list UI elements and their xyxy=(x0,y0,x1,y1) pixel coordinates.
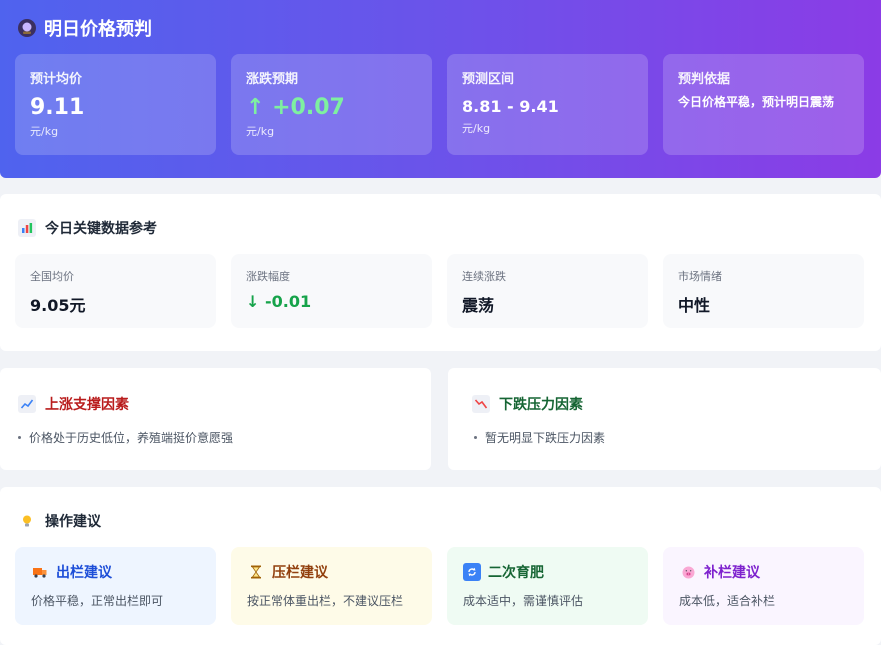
forecast-basis-label: 预判依据 xyxy=(678,72,731,87)
upward-factors-title: 上涨支撑因素 xyxy=(18,394,129,414)
bar-chart-icon xyxy=(18,219,36,237)
cycle-arrows-icon xyxy=(463,563,481,581)
forecast-range-value: 8.81 - 9.41 xyxy=(462,97,559,116)
refatten-advice-head: 二次育肥 xyxy=(463,562,632,582)
upward-factors-title-text: 上涨支撑因素 xyxy=(45,397,129,413)
forecast-range-label: 预测区间 xyxy=(462,72,515,87)
change-amount-card: 涨跌幅度 ↓ -0.01 xyxy=(231,254,432,328)
restock-advice-title: 补栏建议 xyxy=(704,565,760,581)
hold-advice-head: 压栏建议 xyxy=(247,562,416,582)
refatten-advice-title: 二次育肥 xyxy=(488,565,544,581)
advice-title: 操作建议 xyxy=(18,511,101,531)
chart-increasing-icon xyxy=(18,395,36,413)
hold-advice-title: 压栏建议 xyxy=(272,565,328,581)
forecast-basis-card: 预判依据 今日价格平稳，预计明日震荡 xyxy=(663,54,864,155)
refatten-advice-desc: 成本适中，需谨慎评估 xyxy=(463,594,584,608)
truck-icon xyxy=(31,563,49,581)
bullet xyxy=(18,436,21,439)
key-data-title-text: 今日关键数据参考 xyxy=(45,221,157,237)
market-sentiment-card: 市场情绪 中性 xyxy=(663,254,864,328)
expected-change-value: ↑ +0.07 xyxy=(246,95,345,120)
sell-advice-card: 出栏建议 价格平稳，正常出栏即可 xyxy=(15,547,216,625)
consecutive-trend-label: 连续涨跌 xyxy=(462,270,506,283)
refatten-advice-card: 二次育肥 成本适中，需谨慎评估 xyxy=(447,547,648,625)
consecutive-trend-value: 震荡 xyxy=(462,296,495,315)
forecast-range-unit: 元/kg xyxy=(462,122,491,135)
predicted-average-label: 预计均价 xyxy=(30,72,83,87)
list-item: 暂无明显下跌压力因素 xyxy=(474,429,605,446)
forecast-basis-note: 今日价格平稳，预计明日震荡 xyxy=(678,95,835,109)
expected-change-card: 涨跌预期 ↑ +0.07 元/kg xyxy=(231,54,432,155)
upward-factor-text: 价格处于历史低位，养殖端挺价意愿强 xyxy=(29,431,234,445)
forecast-range-card: 预测区间 8.81 - 9.41 元/kg xyxy=(447,54,648,155)
national-average-card: 全国均价 9.05元 xyxy=(15,254,216,328)
sell-advice-title: 出栏建议 xyxy=(56,565,112,581)
key-data-title: 今日关键数据参考 xyxy=(18,218,157,238)
downward-factors-title-text: 下跌压力因素 xyxy=(499,397,583,413)
downward-factors-panel xyxy=(448,368,881,470)
predicted-average-value: 9.11 xyxy=(30,95,85,120)
hold-advice-desc: 按正常体重出栏，不建议压栏 xyxy=(247,594,404,608)
sell-advice-head: 出栏建议 xyxy=(31,562,200,582)
hold-advice-card: 压栏建议 按正常体重出栏，不建议压栏 xyxy=(231,547,432,625)
market-sentiment-label: 市场情绪 xyxy=(678,270,722,283)
predicted-average-card: 预计均价 9.11 元/kg xyxy=(15,54,216,155)
restock-advice-desc: 成本低，适合补栏 xyxy=(679,594,776,608)
sell-advice-desc: 价格平稳，正常出栏即可 xyxy=(31,594,164,608)
pig-face-icon xyxy=(679,563,697,581)
restock-advice-head: 补栏建议 xyxy=(679,562,848,582)
bullet xyxy=(474,436,477,439)
list-item: 价格处于历史低位，养殖端挺价意愿强 xyxy=(18,429,233,446)
forecast-title-text: 明日价格预判 xyxy=(44,19,152,40)
forecast-header: 明日价格预判 预计均价 9.11 元/kg 涨跌预期 ↑ +0.07 元/kg … xyxy=(0,0,881,178)
change-amount-label: 涨跌幅度 xyxy=(246,270,290,283)
change-amount-value: ↓ -0.01 xyxy=(246,292,312,311)
advice-title-text: 操作建议 xyxy=(45,514,101,530)
market-sentiment-value: 中性 xyxy=(678,296,711,315)
chart-decreasing-icon xyxy=(472,395,490,413)
predicted-average-unit: 元/kg xyxy=(30,125,59,138)
national-average-value: 9.05元 xyxy=(30,296,86,315)
upward-factors-panel xyxy=(0,368,431,470)
hourglass-icon xyxy=(247,563,265,581)
expected-change-unit: 元/kg xyxy=(246,125,275,138)
expected-change-label: 涨跌预期 xyxy=(246,72,299,87)
light-bulb-icon xyxy=(18,512,36,530)
downward-factor-text: 暂无明显下跌压力因素 xyxy=(485,431,606,445)
restock-advice-card: 补栏建议 成本低，适合补栏 xyxy=(663,547,864,625)
forecast-title: 明日价格预判 xyxy=(18,14,152,42)
crystal-ball-icon xyxy=(18,19,36,37)
downward-factors-title: 下跌压力因素 xyxy=(472,394,583,414)
national-average-label: 全国均价 xyxy=(30,270,74,283)
consecutive-trend-card: 连续涨跌 震荡 xyxy=(447,254,648,328)
